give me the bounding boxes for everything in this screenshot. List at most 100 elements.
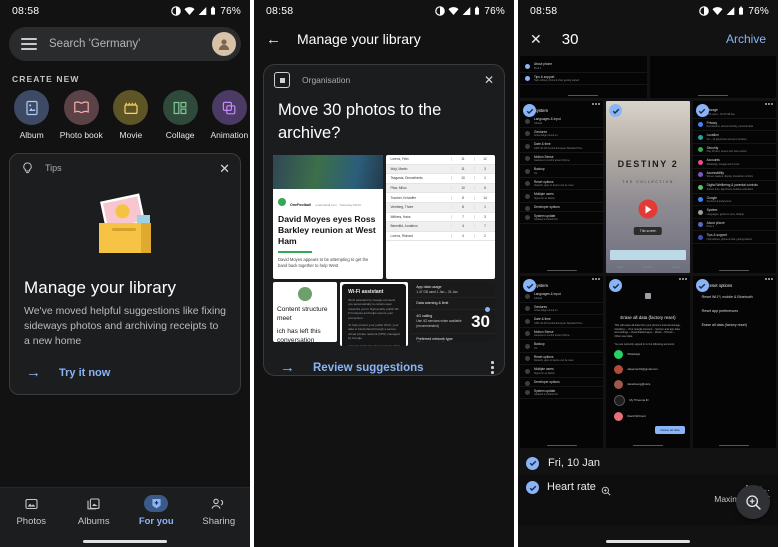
zoom-in-fab[interactable] (736, 485, 770, 519)
grid-cell-about-phone[interactable]: About phone Pixel 4 Tips & support Help … (520, 56, 647, 98)
account-avatar-icon[interactable] (212, 32, 236, 56)
photo-book-icon (63, 90, 99, 125)
selection-checkbox[interactable] (526, 481, 539, 494)
accounts-icon (697, 159, 703, 165)
mini-screenshot: System Languages & input Gboard Gestures A… (520, 276, 604, 448)
selection-checkbox[interactable] (523, 279, 536, 292)
thumbnail-table[interactable]: Lorenz, Felix 11 12 Wojt, Martin 11 3 Tsagar… (386, 155, 495, 279)
search-input[interactable]: Search 'Germany' (49, 38, 212, 50)
create-item-animation[interactable]: Animation (209, 90, 250, 140)
status-bar: 08:58 76% (0, 0, 250, 22)
thumbnail-network-settings[interactable]: App data usage 1.47 GB used 1 Jan – 31 J… (411, 282, 496, 342)
news-headline: David Moyes eyes Ross Barkley reunion at… (278, 214, 376, 246)
home-indicator (719, 444, 750, 446)
create-item-album[interactable]: Album (11, 90, 52, 140)
cell-name: Benedikt, Jonathon (390, 224, 418, 229)
selection-checkbox[interactable] (523, 104, 536, 117)
delete-all-data-button[interactable]: Delete all data (655, 426, 685, 434)
nav-item-sharing[interactable]: Sharing (188, 495, 251, 527)
signal-icon (462, 7, 471, 15)
mini-row: Tips & support Help articles, phone & cha… (692, 231, 776, 244)
selection-checkbox[interactable] (695, 279, 709, 292)
mini-title: System (706, 208, 718, 212)
selection-checkbox[interactable] (526, 456, 539, 470)
wifi-body-2: To help protect your public Wi-Fi, your … (348, 323, 400, 341)
cell-value: 10 (451, 186, 474, 191)
create-item-label: Photo book (59, 130, 103, 140)
create-item-collage[interactable]: Collage (160, 90, 201, 140)
close-icon[interactable]: ✕ (219, 162, 230, 175)
wellbeing-icon (697, 184, 703, 190)
mini-title: Accessibility (706, 170, 725, 175)
cell-value: 1 (474, 205, 495, 210)
create-item-label: Movie (119, 130, 143, 140)
try-it-now-button[interactable]: → Try it now (10, 349, 240, 380)
wifi-body-3: appears at the top of your screen when y… (348, 343, 401, 346)
reset-option[interactable]: Erase all data (factory reset) (693, 318, 776, 332)
search-bar[interactable]: Search 'Germany' (9, 27, 241, 61)
home-indicator (719, 269, 750, 271)
setting-icon (525, 306, 530, 311)
grid-cell-reset-options[interactable]: Reset options Reset Wi-Fi, mobile & Blue… (692, 276, 776, 448)
thumbnail-wifi-assistant[interactable]: Wi-Fi assistant Wi-Fi assistant by Googl… (340, 282, 409, 346)
more-vertical-icon[interactable] (491, 361, 494, 374)
mini-title: Motion Sense (534, 154, 554, 159)
game-subtitle: THE COLLECTION (622, 180, 674, 185)
grid-cell-system-settings-2[interactable]: System Languages & input Gboard Gestures A… (520, 276, 604, 448)
archive-button[interactable]: Archive (726, 32, 766, 46)
heart-rate-label: Heart rate (547, 481, 596, 493)
setting-row: Data warning & limit (411, 298, 496, 310)
filmstrip (610, 250, 686, 260)
grid-cell-destiny-game[interactable]: DESTINY 2 THE COLLECTION This screen Sha… (606, 101, 690, 273)
thumbnail-news-article[interactable]: OneFootball onefootball.com · Yesterday … (273, 155, 384, 279)
cell-value: 8 (451, 195, 474, 200)
chat-line-1: Content structure meet (277, 306, 328, 322)
cell-value: 7 (474, 224, 495, 229)
mini-title: Backup (534, 342, 545, 346)
tips-illustration (10, 182, 240, 274)
setting-row-4g: 4G calling Use 4G services when availabl… (411, 310, 496, 334)
cell-value: 6 (474, 186, 495, 191)
mini-row: System update Updated to Android 10 (520, 212, 604, 224)
review-suggestions-button[interactable]: → Review suggestions (264, 346, 504, 375)
setting-icon (525, 156, 530, 161)
close-icon[interactable]: ✕ (484, 74, 494, 86)
account-avatar (614, 364, 624, 374)
threema-icon (614, 394, 626, 406)
create-item-photo-book[interactable]: Photo book (59, 90, 103, 140)
close-icon[interactable]: ✕ (530, 32, 542, 46)
status-icons: 76% (699, 6, 769, 17)
selection-checkbox[interactable] (695, 104, 709, 117)
thumbnail-chat[interactable]: Content structure meet ich has left this… (273, 282, 338, 342)
setting-icon (525, 381, 530, 386)
contrast-icon (699, 6, 710, 16)
back-arrow-icon[interactable]: ← (266, 32, 281, 47)
account-avatar (614, 379, 624, 389)
grid-cell-blank-preview[interactable] (649, 56, 776, 98)
setting-icon (525, 131, 530, 136)
table: Lorenz, Felix 11 12 Wojt, Martin 11 3 Tsagar… (386, 155, 495, 242)
table-row: Wojt, Martin 11 3 (386, 164, 495, 175)
signal-icon (198, 7, 207, 15)
cell-value: 2 (474, 234, 495, 239)
nav-item-albums[interactable]: Albums (63, 495, 126, 527)
create-item-label: Animation (210, 130, 249, 140)
news-body: David Moyes appears to be attempting to … (278, 256, 369, 268)
reset-option[interactable]: Reset Wi-Fi, mobile & Bluetooth (693, 290, 776, 304)
reset-option[interactable]: Reset app preferences (693, 304, 776, 318)
nav-item-for-you[interactable]: For you (125, 495, 188, 527)
grid-cell-settings-list[interactable]: Storage 48% used – 33.78 GB free Privacy P… (692, 101, 776, 273)
whatsapp-icon (614, 349, 624, 359)
grid-cell-system-settings[interactable]: System Languages & input Gboard Gestures A… (520, 101, 604, 273)
grid-cell-factory-reset[interactable]: Erase all data (factory reset) This will… (606, 276, 690, 448)
account-row: danielwong@caris (606, 377, 689, 392)
selected-count: 30 (561, 30, 579, 48)
mini-sub: Help articles, phone & chat, getting sta… (534, 79, 580, 82)
nav-item-photos[interactable]: Photos (0, 495, 63, 527)
mini-title: Languages & input (534, 292, 561, 296)
create-item-movie[interactable]: Movie (110, 90, 151, 140)
battery-percent: 76% (220, 5, 241, 17)
reset-body: This will erase all data from your phone… (614, 324, 681, 338)
hamburger-menu-icon[interactable] (21, 38, 37, 50)
wifi-title: Wi-Fi assistant (348, 289, 384, 295)
